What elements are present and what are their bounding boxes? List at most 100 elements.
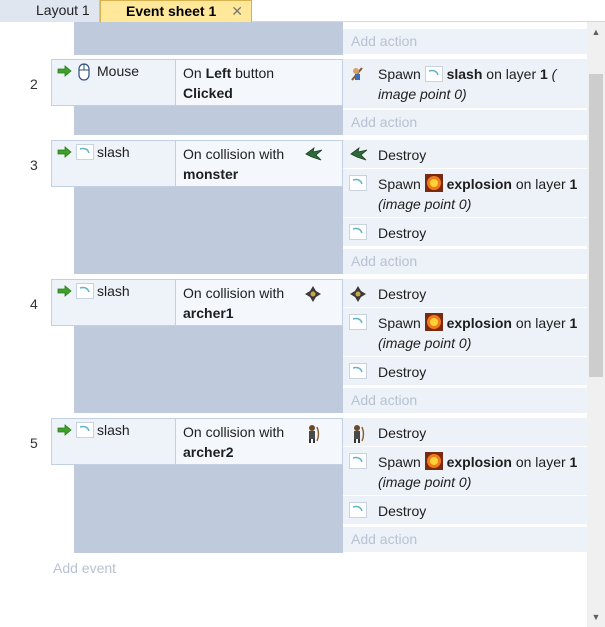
condition-object-cell: slash [52, 419, 176, 464]
slash-sprite-icon [76, 422, 94, 438]
vertical-scrollbar[interactable]: ▲ ▼ [587, 22, 605, 627]
tab-label: Event sheet 1 [126, 3, 217, 19]
action-image-point: image point 0) [378, 86, 467, 102]
monster-sprite-icon [304, 146, 323, 162]
event-number: 5 [30, 435, 38, 451]
add-action-button[interactable]: Add action [343, 110, 587, 135]
add-action-button[interactable]: Add action [343, 527, 587, 552]
action-layer: 1 [569, 176, 578, 192]
condition-object-name: slash [97, 283, 130, 299]
add-action-button[interactable]: Add action [343, 29, 587, 54]
tab-event-sheet-1[interactable]: Event sheet 1 ✕ [100, 0, 252, 22]
monster-sprite-icon [349, 146, 368, 162]
player-sprite-icon [349, 65, 365, 81]
action-row[interactable]: Spawn explosion on layer 1 (image point 0… [343, 447, 587, 496]
action-row[interactable]: Destroy [343, 418, 587, 447]
action-image-point: (image point 0) [378, 196, 472, 212]
action-suffix: on layer [511, 315, 570, 331]
explosion-sprite-icon [424, 452, 443, 470]
action-text: Spawn explosion on layer 1 (image point 0… [378, 452, 587, 492]
condition-object-name: Mouse [97, 63, 140, 79]
event-number: 3 [30, 157, 38, 173]
slash-sprite-icon [76, 144, 94, 160]
condition-text-pre: On collision with [183, 424, 285, 440]
condition-row[interactable]: slash On collision with archer1 [51, 279, 343, 326]
action-row[interactable]: Destroy [343, 218, 587, 247]
action-row[interactable]: Destroy [343, 496, 587, 525]
explosion-sprite-icon [424, 174, 443, 192]
condition-area [74, 106, 343, 135]
add-action-button[interactable]: Add action [343, 388, 587, 413]
condition-object-cell: slash [52, 280, 176, 325]
green-arrow-icon [57, 146, 72, 158]
condition-target: archer2 [183, 444, 234, 460]
action-text: Destroy [378, 425, 427, 441]
action-text: Destroy [378, 286, 427, 302]
add-action-button[interactable]: Add action [343, 249, 587, 274]
action-text: Destroy [378, 225, 427, 241]
action-layer: 1 [569, 454, 578, 470]
condition-row[interactable]: slash On collision with archer2 [51, 418, 343, 465]
condition-row[interactable]: Mouse On Left button Clicked [51, 59, 343, 106]
action-verb: Spawn [378, 315, 421, 331]
action-verb: Spawn [378, 66, 421, 82]
green-arrow-icon [57, 285, 72, 297]
action-image-point: (image point 0) [378, 474, 472, 490]
condition-target: monster [183, 166, 239, 182]
tab-layout-1[interactable]: Layout 1 [0, 0, 100, 22]
condition-text-pre: On collision with [183, 146, 285, 162]
action-object: explosion [446, 176, 512, 192]
action-text: Destroy [378, 364, 427, 380]
tab-bar: Layout 1 Event sheet 1 ✕ [0, 0, 605, 22]
slash-sprite-icon [349, 224, 367, 240]
action-row[interactable]: Spawn slash on layer 1 ( image point 0) [343, 59, 587, 109]
action-row[interactable]: Destroy [343, 357, 587, 386]
archer2-sprite-icon [304, 424, 320, 443]
action-row[interactable]: Spawn explosion on layer 1 (image point 0… [343, 169, 587, 218]
action-text: Spawn explosion on layer 1 (image point 0… [378, 174, 587, 214]
action-text: Spawn explosion on layer 1 (image point 0… [378, 313, 587, 353]
action-row[interactable]: Destroy [343, 279, 587, 308]
action-object: explosion [446, 454, 512, 470]
condition-text-mid: button [231, 65, 275, 81]
slash-sprite-icon [424, 66, 443, 82]
scroll-down-icon[interactable]: ▼ [587, 609, 605, 625]
action-text: Destroy [378, 147, 427, 163]
condition-object-cell: slash [52, 141, 176, 186]
archer1-sprite-icon [304, 285, 321, 302]
archer1-sprite-icon [349, 285, 366, 302]
event-sheet: Add action 2 Mouse On Left button Clicke… [0, 22, 587, 627]
green-arrow-icon [57, 424, 72, 436]
condition-text-pre: On [183, 65, 206, 81]
archer2-sprite-icon [349, 424, 365, 443]
condition-object-name: slash [97, 144, 130, 160]
green-arrow-icon [57, 65, 72, 77]
close-icon[interactable]: ✕ [231, 1, 243, 22]
scroll-up-icon[interactable]: ▲ [587, 24, 605, 40]
action-suffix: on layer [511, 176, 570, 192]
condition-text-pre: On collision with [183, 285, 285, 301]
action-row[interactable]: Destroy [343, 140, 587, 169]
action-object: slash [446, 66, 483, 82]
condition-row[interactable]: slash On collision with monster [51, 140, 343, 187]
slash-sprite-icon [349, 502, 367, 518]
action-layer: 1 [540, 66, 548, 82]
action-layer: 1 [569, 315, 578, 331]
slash-sprite-icon [349, 314, 367, 330]
action-image-point: (image point 0) [378, 335, 472, 351]
add-event-button[interactable]: Add event [53, 560, 116, 576]
condition-button: Left [205, 65, 232, 81]
action-tail: ( [547, 66, 557, 82]
event-number: 2 [30, 76, 38, 92]
action-verb: Spawn [378, 176, 421, 192]
scrollbar-thumb[interactable] [589, 74, 603, 377]
action-row[interactable]: Spawn explosion on layer 1 (image point 0… [343, 308, 587, 357]
tab-label: Layout 1 [36, 2, 90, 18]
condition-state: Clicked [183, 85, 233, 101]
condition-target: archer1 [183, 305, 234, 321]
slash-sprite-icon [349, 363, 367, 379]
action-suffix: on layer [482, 66, 540, 82]
action-text: Spawn slash on layer 1 ( image point 0) [378, 64, 587, 104]
mouse-icon [76, 63, 92, 81]
condition-object-name: slash [97, 422, 130, 438]
